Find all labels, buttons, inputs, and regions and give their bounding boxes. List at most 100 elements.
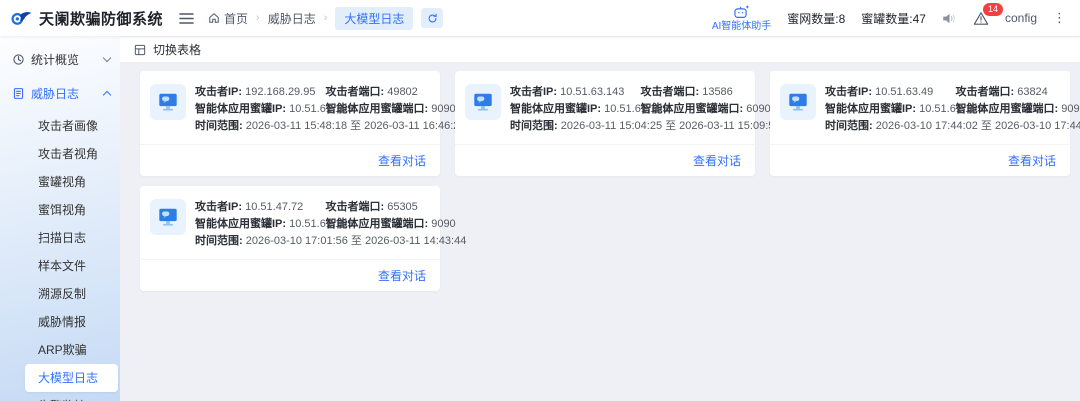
card-footer: 查看对话	[140, 145, 440, 176]
home-icon	[208, 12, 220, 24]
sidebar-item-sample-files[interactable]: 样本文件	[0, 252, 120, 280]
card-body: 攻击者IP: 10.51.63.49 攻击者端口: 63824 智能体应用蜜罐I…	[770, 71, 1070, 138]
switch-table-label: 切换表格	[153, 41, 201, 58]
time-range-label: 时间范围:	[195, 235, 243, 247]
honeypot-port-label: 智能体应用蜜罐端口:	[955, 103, 1058, 115]
sidebar-item-bait-view[interactable]: 蜜饵视角	[0, 196, 120, 224]
card-body: 攻击者IP: 10.51.47.72 攻击者端口: 65305 智能体应用蜜罐I…	[140, 186, 440, 253]
app-logo-icon	[10, 7, 32, 29]
breadcrumb-section-label: 威胁日志	[268, 10, 316, 27]
sidebar-item-threat-intel[interactable]: 威胁情报	[0, 308, 120, 336]
sidebar-item-alarm-monitor[interactable]: 告警监控	[0, 392, 120, 401]
sidebar-group-label: 统计概览	[31, 51, 98, 68]
breadcrumb-separator: ›	[256, 12, 260, 24]
card-info: 攻击者IP: 10.51.47.72 攻击者端口: 65305 智能体应用蜜罐I…	[195, 199, 428, 253]
time-range-value: 2026-03-11 15:04:25 至 2026-03-11 15:09:5…	[561, 120, 781, 132]
time-range-label: 时间范围:	[825, 120, 873, 132]
switch-table-button[interactable]: 切换表格	[133, 41, 201, 58]
robot-icon	[733, 4, 750, 19]
attacker-port-value: 49802	[387, 86, 418, 98]
card-body: 攻击者IP: 192.168.29.95 攻击者端口: 49802 智能体应用蜜…	[140, 71, 440, 138]
alert-count-badge: 14	[982, 2, 1004, 17]
attacker-port-label: 攻击者端口:	[955, 86, 1014, 98]
breadcrumb-home[interactable]: 首页	[208, 10, 248, 27]
sidebar-group-threat-logs[interactable]: 威胁日志	[0, 78, 120, 108]
llm-log-card: 攻击者IP: 10.51.63.49 攻击者端口: 63824 智能体应用蜜罐I…	[770, 71, 1070, 176]
attacker-ip-value: 10.51.63.143	[560, 86, 624, 98]
attacker-ip-value: 192.168.29.95	[245, 86, 315, 98]
attacker-ip-value: 10.51.47.72	[245, 201, 303, 213]
threat-log-icon	[12, 87, 25, 100]
view-dialog-link[interactable]: 查看对话	[378, 152, 426, 169]
llm-log-card-grid: 攻击者IP: 192.168.29.95 攻击者端口: 49802 智能体应用蜜…	[120, 62, 1080, 401]
monitor-icon	[150, 84, 186, 120]
sidebar-item-attacker-profile[interactable]: 攻击者画像	[0, 112, 120, 140]
time-range-label: 时间范围:	[195, 120, 243, 132]
sidebar: 统计概览 威胁日志 攻击者画像 攻击者视角 蜜罐视角 蜜饵视角 扫描日志 样本文…	[0, 36, 120, 401]
app-brand: 天阑欺骗防御系统	[10, 7, 163, 29]
sidebar-item-llm-logs[interactable]: 大模型日志	[25, 364, 118, 392]
attacker-port-value: 63824	[1017, 86, 1048, 98]
table-layout-icon	[133, 43, 147, 57]
sidebar-item-trace-counter[interactable]: 溯源反制	[0, 280, 120, 308]
time-range-value: 2026-03-10 17:01:56 至 2026-03-11 14:43:4…	[246, 235, 467, 247]
honeypot-port-value: 9090	[431, 103, 455, 115]
llm-log-card: 攻击者IP: 10.51.63.143 攻击者端口: 13586 智能体应用蜜罐…	[455, 71, 755, 176]
content-toolbar: 切换表格	[120, 36, 1080, 62]
honeypot-ip-label: 智能体应用蜜罐IP:	[825, 103, 916, 115]
config-menu[interactable]: config	[1005, 11, 1037, 25]
monitor-icon	[150, 199, 186, 235]
menu-collapse-icon[interactable]	[179, 12, 194, 25]
sidebar-group-label: 威胁日志	[31, 85, 98, 102]
time-range-value: 2026-03-11 15:48:18 至 2026-03-11 16:46:2…	[246, 120, 466, 132]
honeypot-ip-label: 智能体应用蜜罐IP:	[195, 103, 286, 115]
attacker-ip-value: 10.51.63.49	[875, 86, 933, 98]
breadcrumb-home-label: 首页	[224, 10, 248, 27]
breadcrumb-section[interactable]: 威胁日志	[268, 10, 316, 27]
ai-assistant-label: AI智能体助手	[712, 21, 771, 32]
card-info: 攻击者IP: 10.51.63.49 攻击者端口: 63824 智能体应用蜜罐I…	[825, 84, 1058, 138]
view-dialog-link[interactable]: 查看对话	[378, 267, 426, 284]
honeynet-count: 蜜网数量:8	[787, 10, 845, 27]
chevron-up-icon	[103, 90, 111, 98]
monitor-icon	[465, 84, 501, 120]
alert-warning-button[interactable]: 14	[973, 11, 989, 26]
honeypot-port-value: 9090	[1061, 103, 1080, 115]
time-range-value: 2026-03-10 17:44:02 至 2026-03-10 17:44:0…	[876, 120, 1080, 132]
app-header: 天阑欺骗防御系统 首页 › 威胁日志 › 大模型日志	[0, 0, 1080, 36]
main-layout: 统计概览 威胁日志 攻击者画像 攻击者视角 蜜罐视角 蜜饵视角 扫描日志 样本文…	[0, 36, 1080, 401]
sidebar-item-arp-spoof[interactable]: ARP欺骗	[0, 336, 120, 364]
llm-log-card: 攻击者IP: 192.168.29.95 攻击者端口: 49802 智能体应用蜜…	[140, 71, 440, 176]
honeypot-port-value: 6090	[746, 103, 770, 115]
honeypot-ip-label: 智能体应用蜜罐IP:	[510, 103, 601, 115]
mute-speaker-button[interactable]	[942, 12, 957, 25]
attacker-port-label: 攻击者端口:	[640, 86, 699, 98]
more-menu-icon[interactable]: ⋮	[1053, 10, 1066, 26]
card-body: 攻击者IP: 10.51.63.143 攻击者端口: 13586 智能体应用蜜罐…	[455, 71, 755, 138]
honeypot-port-label: 智能体应用蜜罐端口:	[325, 218, 428, 230]
time-range-label: 时间范围:	[510, 120, 558, 132]
breadcrumb-separator: ›	[324, 12, 328, 24]
sidebar-group-stats[interactable]: 统计概览	[0, 44, 120, 74]
header-actions: AI智能体助手 蜜网数量:8 蜜罐数量:47 14 config ⋮	[712, 4, 1066, 32]
view-dialog-link[interactable]: 查看对话	[1008, 152, 1056, 169]
attacker-ip-label: 攻击者IP:	[825, 86, 872, 98]
view-dialog-link[interactable]: 查看对话	[693, 152, 741, 169]
refresh-button[interactable]	[421, 8, 443, 28]
stats-overview-icon	[12, 53, 25, 66]
breadcrumb-current[interactable]: 大模型日志	[335, 7, 413, 30]
attacker-ip-label: 攻击者IP:	[510, 86, 557, 98]
sidebar-item-attacker-view[interactable]: 攻击者视角	[0, 140, 120, 168]
breadcrumb: 首页 › 威胁日志 › 大模型日志	[208, 7, 443, 30]
attacker-ip-label: 攻击者IP:	[195, 201, 242, 213]
ai-assistant-button[interactable]: AI智能体助手	[712, 4, 771, 32]
honeypot-ip-label: 智能体应用蜜罐IP:	[195, 218, 286, 230]
honeypot-count: 蜜罐数量:47	[861, 10, 926, 27]
attacker-port-value: 13586	[702, 86, 733, 98]
sidebar-item-honeypot-view[interactable]: 蜜罐视角	[0, 168, 120, 196]
app-title: 天阑欺骗防御系统	[39, 8, 163, 29]
card-footer: 查看对话	[770, 145, 1070, 176]
llm-log-card: 攻击者IP: 10.51.47.72 攻击者端口: 65305 智能体应用蜜罐I…	[140, 186, 440, 291]
card-footer: 查看对话	[455, 145, 755, 176]
sidebar-item-scan-logs[interactable]: 扫描日志	[0, 224, 120, 252]
